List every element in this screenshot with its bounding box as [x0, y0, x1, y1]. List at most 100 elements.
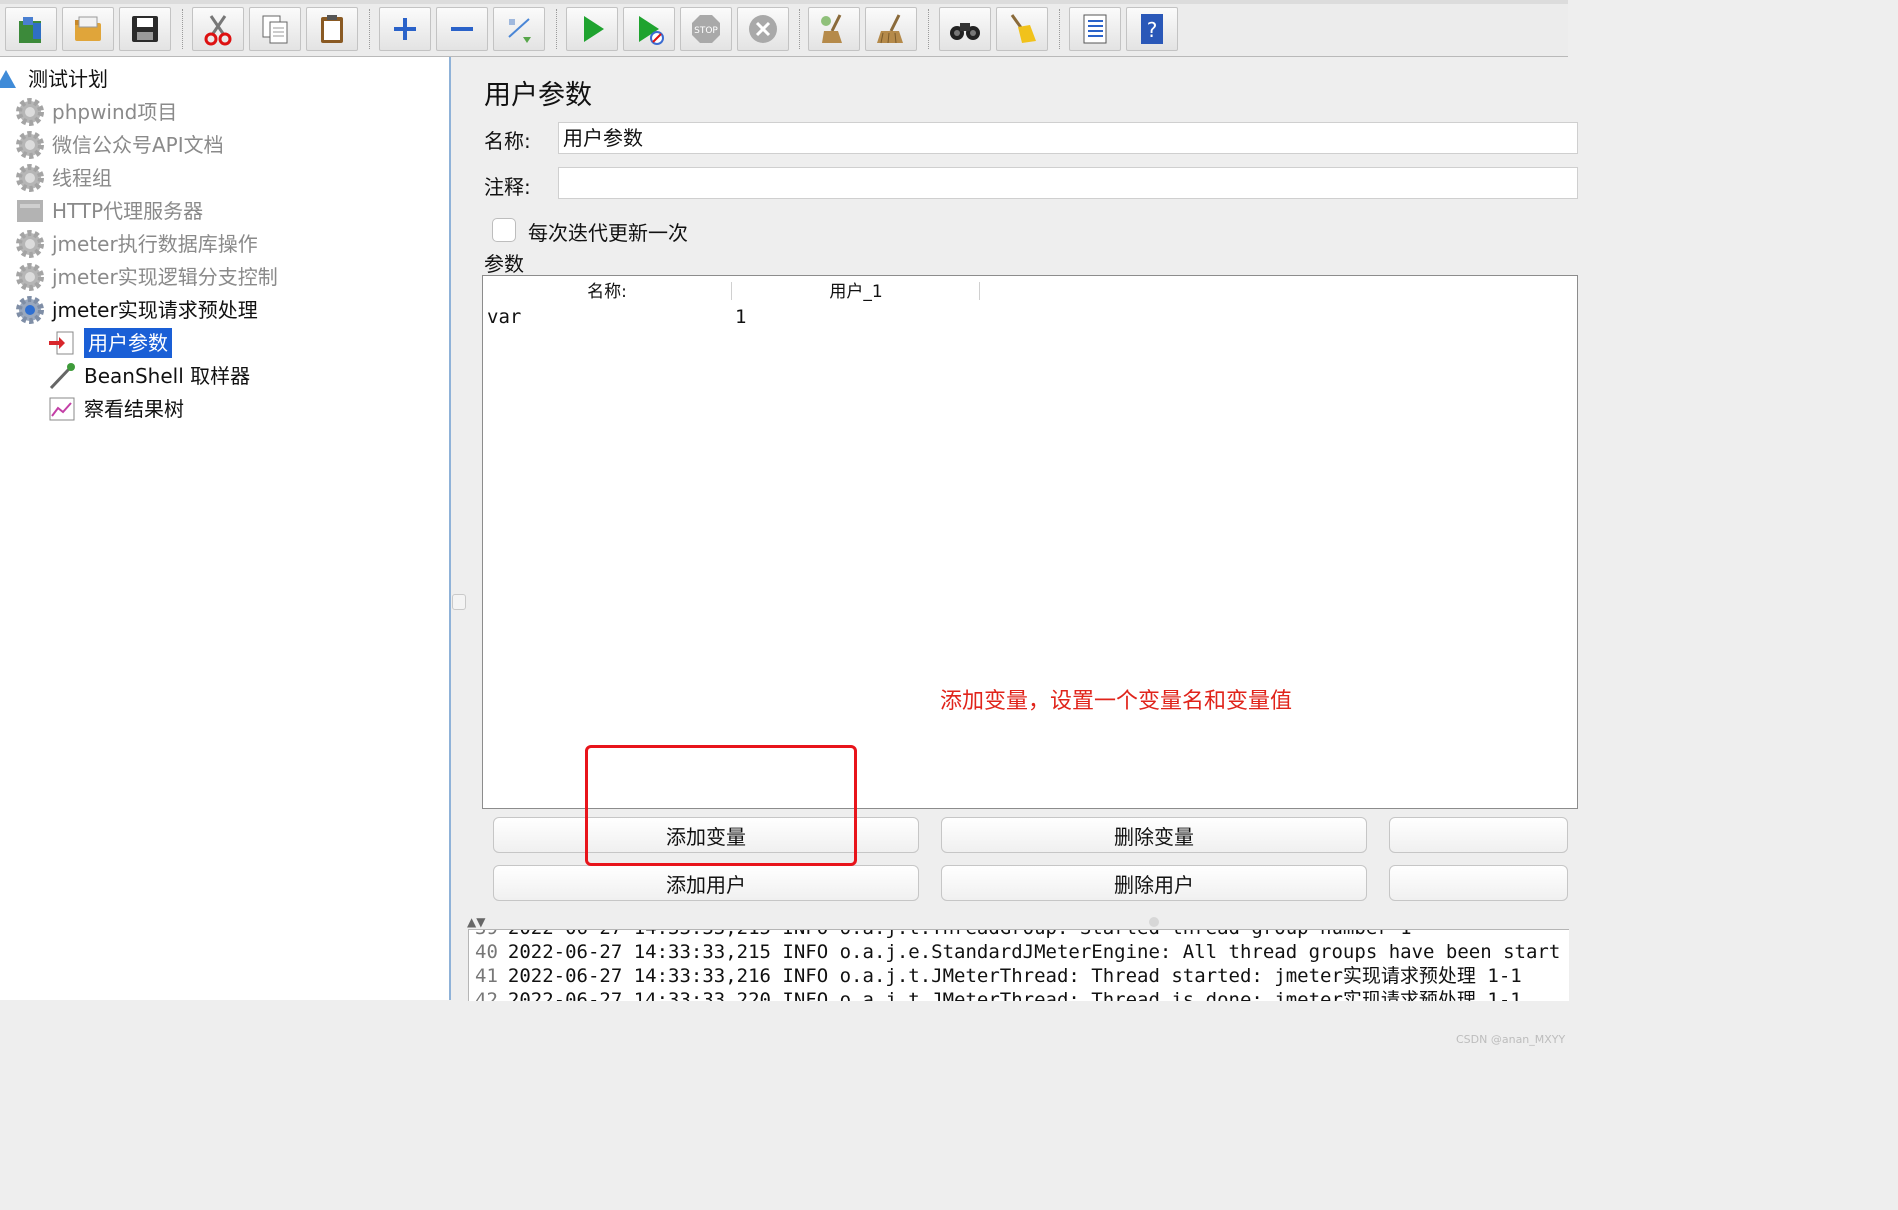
log-line: 42 2022-06-27 14:33:33,220 INFO o.a.j.t.J… [475, 989, 1522, 1001]
gear-icon [14, 162, 46, 194]
log-split-handle[interactable] [1149, 917, 1159, 927]
toolbar-separator [799, 9, 800, 49]
toolbar-top-line [0, 0, 1568, 4]
tree-item-preprocessing[interactable]: jmeter实现请求预处理 [14, 294, 258, 326]
tree-item-label: HTTP代理服务器 [52, 199, 204, 223]
tree-item-label: 微信公众号API文档 [52, 133, 224, 157]
log-collapse-arrows[interactable]: ▲▼ [467, 915, 485, 929]
paste-button[interactable] [306, 7, 358, 51]
column-separator [979, 282, 980, 300]
log-panel[interactable]: 392022-06-27 14:33:33,215 INFO o.a.j.t.T… [468, 929, 1569, 1001]
search-button[interactable] [939, 7, 991, 51]
table-cell-value[interactable]: 1 [735, 306, 746, 328]
page-title: 用户参数 [484, 80, 592, 111]
gear-icon [14, 129, 46, 161]
binoculars-icon [950, 23, 980, 40]
update-once-per-iteration-checkbox[interactable] [492, 218, 516, 242]
annotation-highlight-box [585, 745, 857, 866]
gear-icon [14, 96, 46, 128]
reset-search-button[interactable] [996, 7, 1048, 51]
toolbar-separator [556, 9, 557, 49]
tree-item-label: jmeter执行数据库操作 [52, 232, 258, 256]
delete-user-button[interactable]: 删除用户 [941, 865, 1367, 901]
update-once-per-iteration-label: 每次迭代更新一次 [528, 221, 688, 245]
start-button[interactable] [566, 7, 618, 51]
tree-item-phpwind[interactable]: phpwind项目 [14, 96, 177, 128]
tree-item-label: 察看结果树 [84, 397, 184, 421]
add-user-button[interactable]: 添加用户 [493, 865, 919, 901]
toggle-button[interactable] [493, 7, 545, 51]
tree-item-logic-branch[interactable]: jmeter实现逻辑分支控制 [14, 261, 278, 293]
toolbar-separator [1059, 9, 1060, 49]
tree-item-db-ops[interactable]: jmeter执行数据库操作 [14, 228, 258, 260]
gear-icon [14, 261, 46, 293]
tree-item-test-plan[interactable]: 测试计划 [0, 63, 108, 95]
tree-item-user-parameters[interactable]: 用户参数 [46, 327, 172, 359]
copy-icon [262, 15, 288, 44]
log-line: 40 2022-06-27 14:33:33,215 INFO o.a.j.e.S… [475, 941, 1561, 963]
tree-item-wechat-api[interactable]: 微信公众号API文档 [14, 129, 224, 161]
tree-item-beanshell-sampler[interactable]: BeanShell 取样器 [46, 360, 250, 392]
preprocessor-icon [46, 327, 78, 359]
comment-label: 注释: [484, 175, 531, 199]
tree-item-label: 用户参数 [84, 328, 172, 358]
play-no-timers-icon [639, 16, 664, 45]
test-plan-icon [0, 63, 22, 95]
help-button[interactable]: ? [1126, 7, 1178, 51]
shutdown-button[interactable] [737, 7, 789, 51]
split-pane-handle[interactable] [452, 594, 466, 610]
start-no-pause-button[interactable] [623, 7, 675, 51]
toolbar-separator [182, 9, 183, 49]
toolbar: STOP ? [0, 0, 1568, 57]
column-header-user-1[interactable]: 用户_1 [733, 280, 979, 304]
table-cell-name[interactable]: var [487, 306, 521, 328]
graph-icon [46, 393, 78, 425]
expand-button[interactable] [379, 7, 431, 51]
extra-button-top[interactable] [1389, 817, 1568, 853]
broom-all-icon [877, 14, 903, 44]
svg-text:STOP: STOP [694, 26, 718, 36]
delete-variable-button[interactable]: 删除变量 [941, 817, 1367, 853]
column-separator [731, 282, 732, 300]
gear-icon [14, 228, 46, 260]
stop-button[interactable]: STOP [680, 7, 732, 51]
new-template-button[interactable] [5, 7, 57, 51]
tree-item-view-results-tree[interactable]: 察看结果树 [46, 393, 184, 425]
params-label: 参数 [484, 252, 524, 276]
open-folder-icon [75, 16, 101, 41]
broom-yellow-icon [1010, 14, 1036, 43]
extra-button-bottom[interactable] [1389, 865, 1568, 901]
pipette-icon [46, 360, 78, 392]
tree-item-label: 测试计划 [28, 67, 108, 91]
open-button[interactable] [62, 7, 114, 51]
watermark: CSDN @anan_MXYY [1456, 1033, 1566, 1046]
clear-button[interactable] [808, 7, 860, 51]
log-line: 41 2022-06-27 14:33:33,216 INFO o.a.j.t.J… [475, 965, 1522, 987]
tree-item-http-proxy[interactable]: HTTP代理服务器 [14, 195, 203, 227]
toolbar-separator [369, 9, 370, 49]
save-button[interactable] [119, 7, 171, 51]
shutdown-icon [749, 15, 777, 43]
clear-all-button[interactable] [865, 7, 917, 51]
tree-item-thread-group[interactable]: 线程组 [14, 162, 112, 194]
tree-item-label: jmeter实现请求预处理 [52, 298, 258, 322]
copy-button[interactable] [249, 7, 301, 51]
save-disk-icon [132, 16, 158, 42]
comment-field[interactable] [558, 167, 1578, 199]
function-helper-button[interactable] [1069, 7, 1121, 51]
proxy-server-icon [14, 195, 46, 227]
plus-icon [394, 18, 416, 40]
play-icon [584, 16, 604, 42]
cut-button[interactable] [192, 7, 244, 51]
tree-item-label: phpwind项目 [52, 100, 178, 124]
tree-item-label: BeanShell 取样器 [84, 364, 251, 388]
annotation-text: 添加变量，设置一个变量名和变量值 [940, 689, 1293, 714]
parameters-table: 名称: 用户_1 var 1 [482, 275, 1578, 809]
scissors-icon [204, 15, 232, 46]
collapse-button[interactable] [436, 7, 488, 51]
toolbar-separator [928, 9, 929, 49]
column-header-name[interactable]: 名称: [483, 280, 731, 304]
log-line: 392022-06-27 14:33:33,215 INFO o.a.j.t.T… [475, 930, 1412, 940]
name-field[interactable]: 用户参数 [558, 122, 1578, 154]
svg-text:?: ? [1147, 18, 1158, 42]
